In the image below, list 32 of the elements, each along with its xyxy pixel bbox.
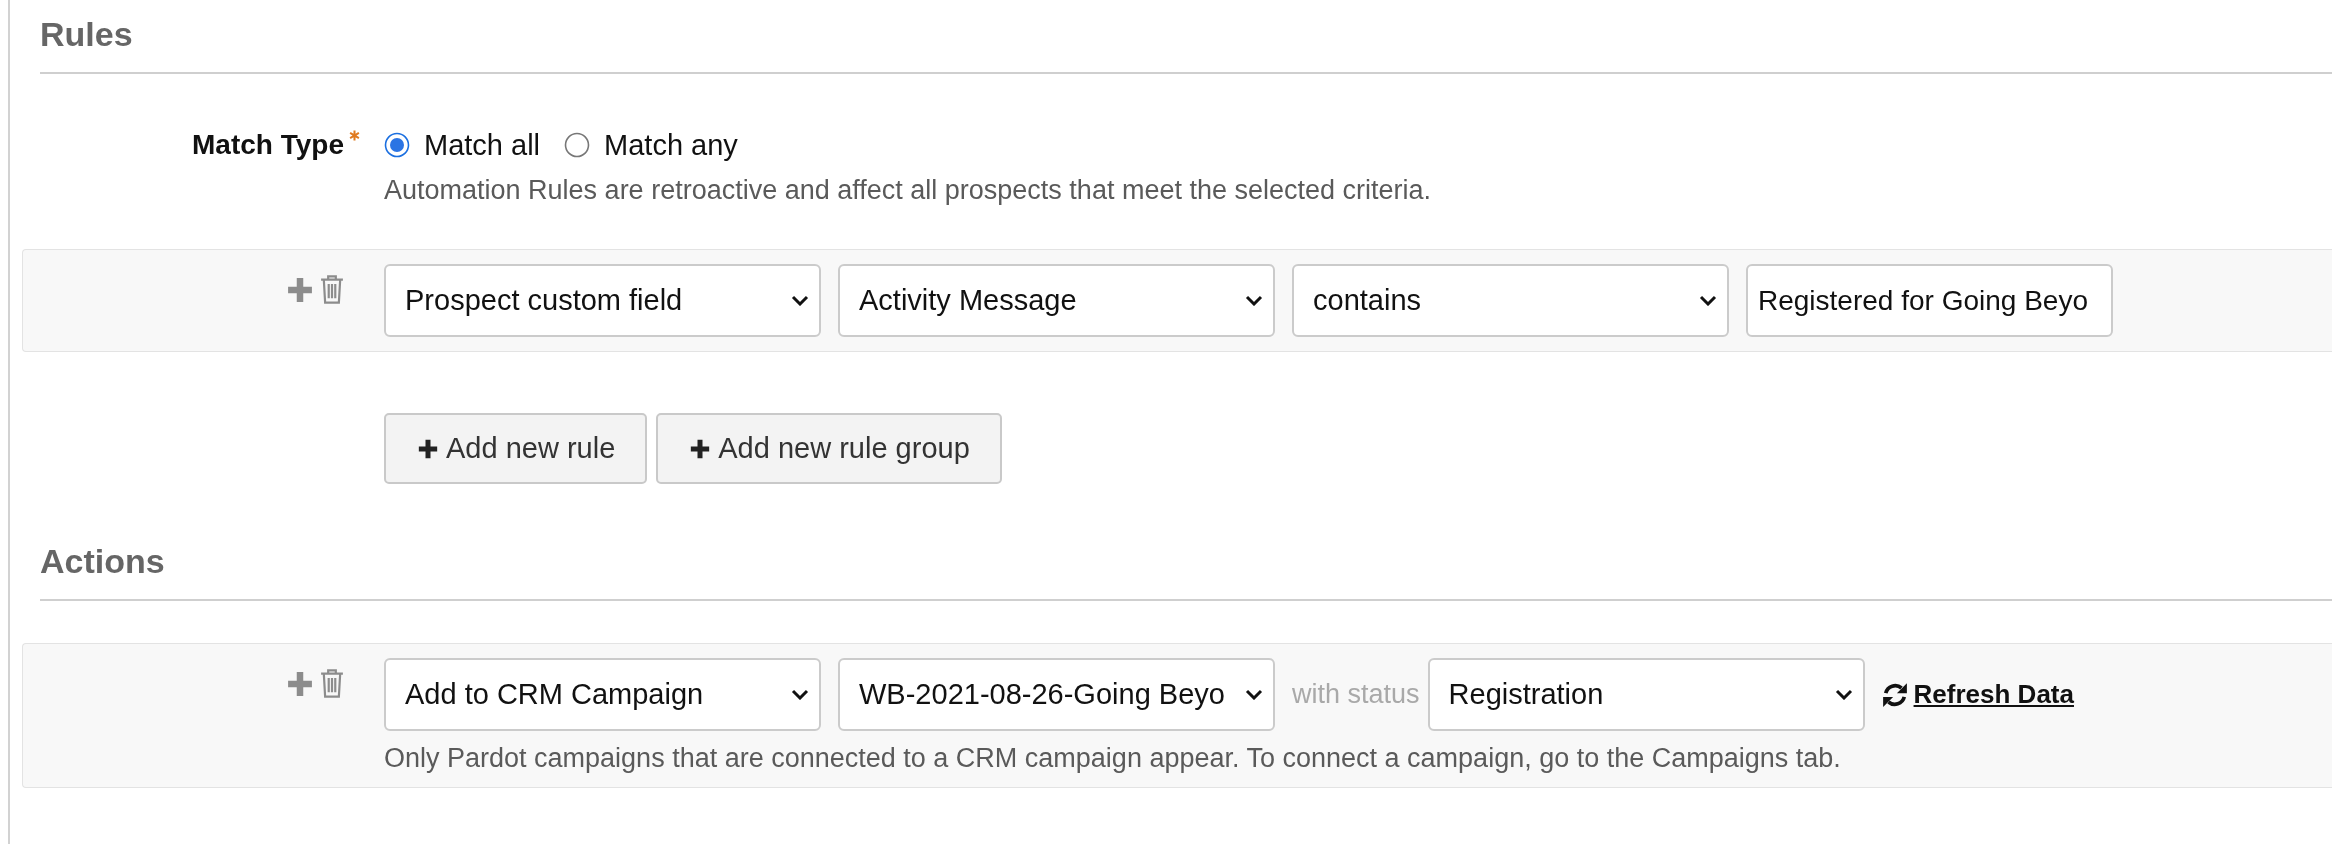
status-label: with status bbox=[1292, 679, 1420, 710]
trash-icon[interactable] bbox=[320, 274, 344, 305]
radio-label[interactable]: Match all bbox=[424, 127, 541, 163]
chevron-down-icon bbox=[791, 689, 809, 700]
chevron-down-icon bbox=[1245, 689, 1263, 700]
chevron-down-icon bbox=[1699, 295, 1717, 306]
dropdown[interactable]: Add to CRM Campaign bbox=[384, 658, 821, 731]
plus-icon bbox=[690, 438, 711, 459]
dropdown[interactable]: Registration bbox=[1427, 658, 1865, 731]
section-heading: Rules bbox=[40, 14, 133, 54]
plus-icon[interactable] bbox=[287, 670, 313, 697]
chevron-down-icon bbox=[791, 295, 809, 306]
refresh-data-link[interactable]: Refresh Data bbox=[1879, 679, 2074, 710]
chevron-down-icon bbox=[1834, 689, 1853, 700]
text-input-field[interactable]: Registered for Going Beyo bbox=[1746, 264, 2113, 337]
radio-button[interactable] bbox=[384, 132, 410, 158]
radio-label[interactable]: Match any bbox=[604, 127, 738, 163]
field-label: Match Type bbox=[192, 128, 344, 162]
chevron-down-icon bbox=[1245, 295, 1263, 306]
add-rule-button[interactable]: Add new rule bbox=[384, 413, 648, 484]
trash-icon[interactable] bbox=[320, 668, 344, 699]
add-rule-group-button[interactable]: Add new rule group bbox=[656, 413, 1002, 484]
section-heading: Actions bbox=[40, 541, 165, 581]
dropdown[interactable]: Activity Message bbox=[838, 264, 1275, 337]
help-text: Automation Rules are retroactive and affect all prospects that meet the selected criteria. bbox=[384, 174, 1432, 206]
plus-icon[interactable] bbox=[287, 276, 313, 303]
dropdown[interactable]: WB-2021-08-26-Going Beyo bbox=[838, 658, 1275, 731]
plus-icon bbox=[418, 438, 438, 459]
radio-button[interactable] bbox=[564, 132, 591, 158]
dropdown[interactable]: Prospect custom field bbox=[384, 264, 821, 337]
help-text: Only Pardot campaigns that are connected to a CRM campaign appear. To connect a campaign, go to the Campaigns tab. bbox=[384, 743, 1842, 773]
dropdown[interactable]: contains bbox=[1292, 264, 1729, 337]
